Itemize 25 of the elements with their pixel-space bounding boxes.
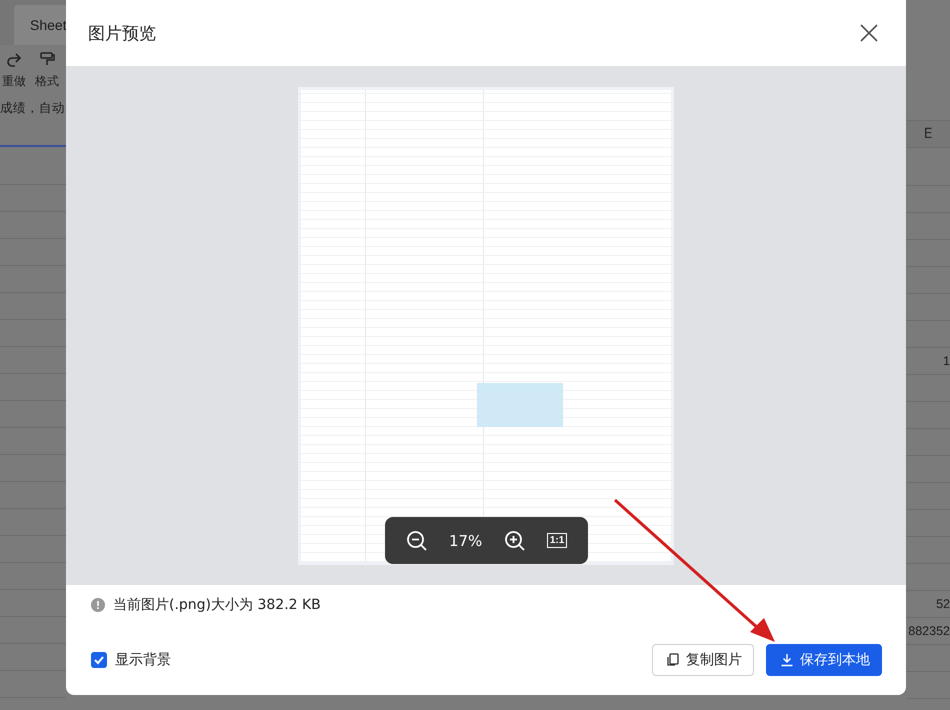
info-icon — [91, 598, 105, 612]
dialog-title: 图片预览 — [88, 22, 156, 44]
zoom-level: 17% — [448, 532, 482, 550]
zoom-in-button[interactable] — [504, 530, 526, 552]
paint-brush-icon — [39, 50, 55, 66]
zoom-in-icon — [504, 530, 526, 552]
toolbar-button[interactable]: 格式 — [35, 45, 59, 95]
zoom-out-icon — [406, 530, 428, 552]
zoom-out-button[interactable] — [406, 530, 428, 552]
show-background-checkbox[interactable]: 显示背景 — [91, 651, 171, 669]
formula-text: 成绩，自动 — [0, 99, 65, 117]
toolbar-button[interactable]: 重做 — [2, 45, 26, 95]
file-size-text: 当前图片(.png)大小为 382.2 KB — [113, 596, 321, 614]
column-header: E — [924, 126, 932, 142]
copy-image-button[interactable]: 复制图片 — [652, 644, 754, 676]
redo-icon — [6, 50, 22, 66]
close-icon — [860, 24, 878, 42]
copy-icon — [666, 653, 680, 667]
save-button[interactable]: 保存到本地 — [766, 644, 882, 676]
download-icon — [780, 653, 794, 667]
check-icon — [93, 654, 105, 666]
table-cell: 52 — [936, 597, 950, 611]
actual-size-button[interactable]: 1:1 — [546, 533, 568, 548]
table-cell: 1 — [943, 354, 950, 368]
table-cell: 882352 — [908, 624, 950, 638]
